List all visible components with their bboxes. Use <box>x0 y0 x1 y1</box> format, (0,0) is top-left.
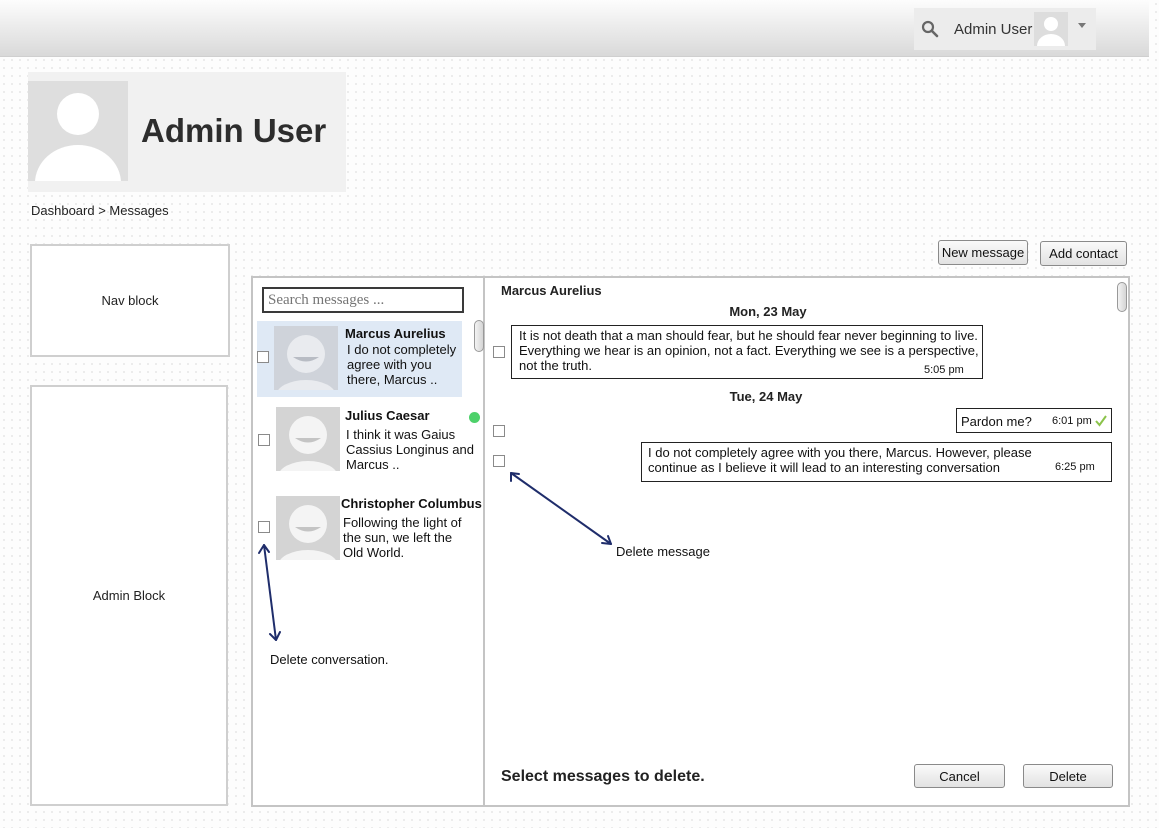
message-bubble: Pardon me? 6:01 pm <box>956 408 1112 433</box>
message-time: 6:25 pm <box>1055 461 1095 473</box>
search-icon[interactable] <box>921 20 939 38</box>
admin-block: Admin Block <box>30 385 228 806</box>
conversation-avatar <box>276 496 340 560</box>
nav-block: Nav block <box>30 244 230 357</box>
conversation-avatar <box>274 326 338 390</box>
search-input[interactable] <box>262 287 464 313</box>
conversation-preview: Following the light of the sun, we left … <box>343 515 462 560</box>
user-menu[interactable]: Admin User <box>914 8 1096 50</box>
message-time: 6:01 pm <box>1052 415 1092 427</box>
message-bubble: It is not death that a man should fear, … <box>511 325 983 379</box>
checkmark-icon <box>1095 415 1107 427</box>
user-avatar[interactable] <box>1034 12 1068 46</box>
conversation-checkbox[interactable] <box>258 521 270 533</box>
delete-prompt: Select messages to delete. <box>501 768 705 785</box>
conversation-avatar <box>276 407 340 471</box>
cancel-button[interactable]: Cancel <box>914 764 1005 788</box>
message-bubble: I do not completely agree with you there… <box>641 442 1112 482</box>
nav-block-label: Nav block <box>101 293 159 308</box>
chat-contact-name: Marcus Aurelius <box>501 283 602 298</box>
conversation-preview: I do not completely agree with you there… <box>347 342 457 387</box>
message-checkbox[interactable] <box>493 455 505 467</box>
message-checkbox[interactable] <box>493 346 505 358</box>
conversation-name: Marcus Aurelius <box>345 326 446 341</box>
day-separator: Tue, 24 May <box>729 389 803 404</box>
profile-header: Admin User <box>28 72 346 192</box>
online-status-indicator <box>469 412 480 423</box>
profile-avatar <box>28 81 128 181</box>
message-text: Pardon me? <box>961 414 1032 429</box>
conversation-checkbox[interactable] <box>258 434 270 446</box>
delete-message-annotation: Delete message <box>616 544 710 559</box>
conversation-checkbox[interactable] <box>257 351 269 363</box>
caret-down-icon[interactable] <box>1078 23 1086 28</box>
message-checkbox[interactable] <box>493 425 505 437</box>
conversation-name: Julius Caesar <box>345 408 430 423</box>
add-contact-button[interactable]: Add contact <box>1040 241 1127 266</box>
message-text: I do not completely agree with you there… <box>648 445 1032 475</box>
admin-block-label: Admin Block <box>92 588 166 603</box>
user-menu-name[interactable]: Admin User <box>954 21 1032 38</box>
delete-button[interactable]: Delete <box>1023 764 1113 788</box>
conversation-list-scrollbar[interactable] <box>474 320 484 352</box>
new-message-button[interactable]: New message <box>938 240 1028 265</box>
breadcrumb[interactable]: Dashboard > Messages <box>31 203 169 218</box>
message-time: 5:05 pm <box>924 364 964 376</box>
conversation-name: Christopher Columbus <box>341 496 482 511</box>
delete-conversation-annotation: Delete conversation. <box>270 652 389 667</box>
chat-scrollbar[interactable] <box>1117 282 1127 312</box>
message-text: It is not death that a man should fear, … <box>519 328 979 373</box>
conversation-preview: I think it was Gaius Cassius Longinus an… <box>346 427 474 472</box>
day-separator: Mon, 23 May <box>729 304 807 319</box>
panel-divider <box>483 276 485 807</box>
page-title: Admin User <box>141 112 327 149</box>
